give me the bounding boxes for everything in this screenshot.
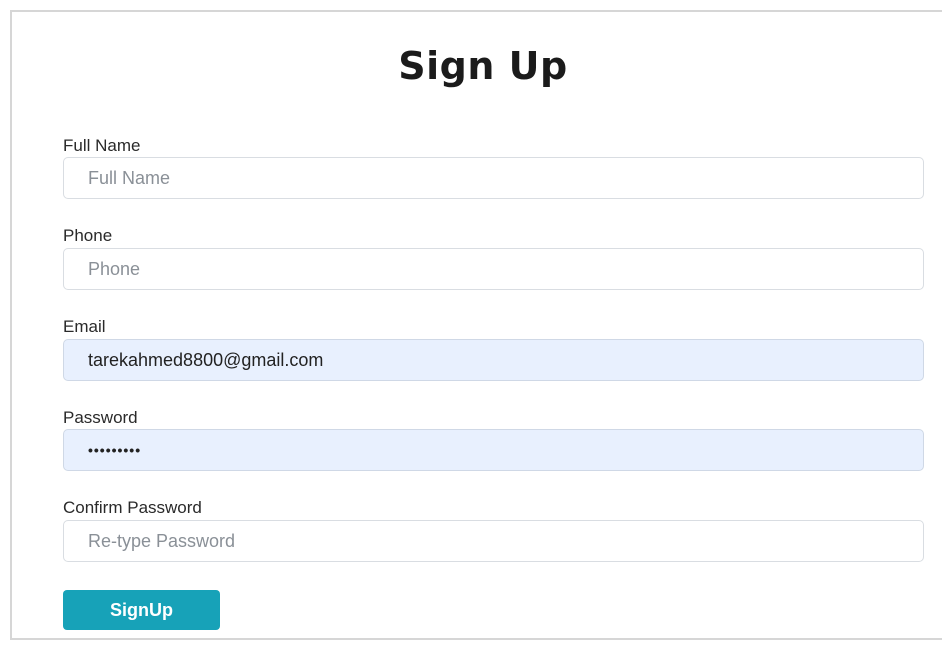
confirm-password-field[interactable] — [63, 520, 924, 562]
signup-form: Sign Up Full Name Phone Email Password C… — [10, 10, 942, 640]
full-name-label: Full Name — [63, 136, 141, 155]
phone-field[interactable] — [63, 248, 924, 290]
confirm-password-label: Confirm Password — [63, 498, 202, 517]
full-name-field[interactable] — [63, 157, 924, 199]
signup-button[interactable]: SignUp — [63, 590, 220, 630]
page-title: Sign Up — [398, 44, 568, 88]
email-label: Email — [63, 317, 106, 336]
password-label: Password — [63, 408, 138, 427]
email-field[interactable] — [63, 339, 924, 381]
password-field[interactable] — [63, 429, 924, 471]
phone-label: Phone — [63, 226, 113, 245]
